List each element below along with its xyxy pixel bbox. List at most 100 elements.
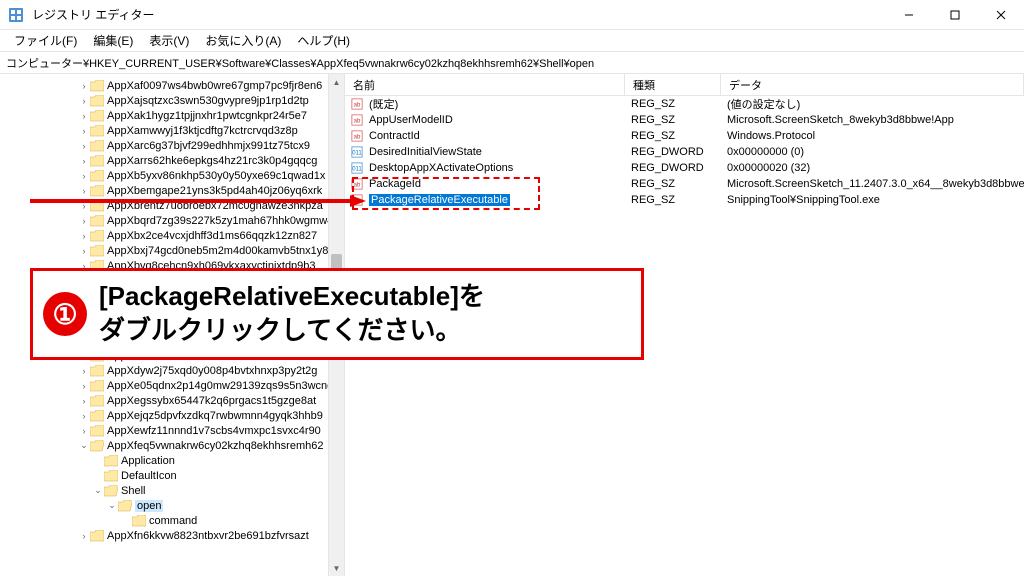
tree-item[interactable]: ›AppXbqrd7zg39s227k5zy1mah67hhk0wgmw4 bbox=[0, 213, 344, 228]
tree-item-label: AppXfeq5vwnakrw6cy02kzhq8ekhhsremh62 bbox=[107, 440, 323, 452]
expander-icon[interactable]: › bbox=[78, 156, 90, 166]
expander-icon[interactable]: › bbox=[78, 171, 90, 181]
tree-item[interactable]: ⌄ open bbox=[0, 498, 344, 513]
tree-item-label: AppXbx2ce4vcxjdhff3d1ms66qqzk12zn827 bbox=[107, 230, 317, 242]
tree-item-label: AppXarc6g37bjvf299edhhmjx991tz75tcx9 bbox=[107, 140, 310, 152]
expander-icon[interactable]: › bbox=[78, 141, 90, 151]
value-type: REG_SZ bbox=[625, 130, 721, 142]
scroll-up-icon[interactable]: ▲ bbox=[329, 74, 344, 90]
tree-item[interactable]: ⌄ AppXfeq5vwnakrw6cy02kzhq8ekhhsremh62 bbox=[0, 438, 344, 453]
expander-icon[interactable]: ⌄ bbox=[92, 485, 104, 496]
expander-icon[interactable]: › bbox=[78, 531, 90, 541]
tree-item[interactable]: ›AppXe05qdnx2p14g0mw29139zqs9s5n3wcne bbox=[0, 378, 344, 393]
expander-icon[interactable]: › bbox=[78, 366, 90, 376]
tree-item[interactable]: › AppXamwwyj1f3ktjcdftg7kctrcrvqd3z8p bbox=[0, 123, 344, 138]
value-type-icon: 011 bbox=[345, 161, 363, 175]
tree-item-label: open bbox=[135, 500, 163, 512]
value-type-icon: ab bbox=[345, 129, 363, 143]
tree-item[interactable]: ›AppXak1hygz1tpjjnxhr1pwtcgnkpr24r5e7 bbox=[0, 108, 344, 123]
expander-icon[interactable]: › bbox=[78, 231, 90, 241]
scroll-down-icon[interactable]: ▼ bbox=[329, 560, 344, 576]
value-type-icon: ab bbox=[345, 97, 363, 111]
value-row[interactable]: ab(既定)REG_SZ(値の設定なし) bbox=[345, 96, 1024, 112]
menu-favorites[interactable]: お気に入り(A) bbox=[197, 30, 289, 51]
tree-item-label: AppXamwwyj1f3ktjcdftg7kctrcrvqd3z8p bbox=[107, 125, 298, 137]
tree-item[interactable]: command bbox=[0, 513, 344, 528]
folder-icon bbox=[118, 500, 132, 512]
expander-icon[interactable]: › bbox=[78, 216, 90, 226]
value-row[interactable]: 011DesiredInitialViewStateREG_DWORD0x000… bbox=[345, 144, 1024, 160]
close-button[interactable] bbox=[978, 0, 1024, 30]
tree-item-label: AppXb5yxv86nkhp530y0y50yxe69c1qwad1x bbox=[107, 170, 325, 182]
tree-item[interactable]: ›AppXaf0097ws4bwb0wre67gmp7pc9fjr8en6 bbox=[0, 78, 344, 93]
expander-icon[interactable]: ⌄ bbox=[106, 500, 118, 511]
tree-item[interactable]: ›AppXbrentz7uobroebx72mc0gnawze3nkpza bbox=[0, 198, 344, 213]
folder-icon bbox=[90, 245, 104, 257]
tree-item-label: AppXdyw2j75xqd0y008p4bvtxhnxp3py2t2g bbox=[107, 365, 317, 377]
folder-icon bbox=[90, 170, 104, 182]
tree-item[interactable]: › AppXbxj74gcd0neb5m2m4d00kamvb5tnx1y8 bbox=[0, 243, 344, 258]
value-type: REG_SZ bbox=[625, 98, 721, 110]
value-name: PackageRelativeExecutable bbox=[363, 194, 625, 206]
tree-item[interactable]: ›AppXejqz5dpvfxzdkq7rwbwmnn4gyqk3hhb9 bbox=[0, 408, 344, 423]
tree-item[interactable]: › AppXbx2ce4vcxjdhff3d1ms66qqzk12zn827 bbox=[0, 228, 344, 243]
menu-help[interactable]: ヘルプ(H) bbox=[289, 30, 358, 51]
tree-item[interactable]: DefaultIcon bbox=[0, 468, 344, 483]
expander-icon[interactable]: › bbox=[78, 96, 90, 106]
value-row[interactable]: abAppUserModelIDREG_SZMicrosoft.ScreenSk… bbox=[345, 112, 1024, 128]
address-bar[interactable]: コンピューター¥HKEY_CURRENT_USER¥Software¥Class… bbox=[0, 52, 1024, 74]
value-data: 0x00000000 (0) bbox=[721, 146, 1024, 158]
tree-item[interactable]: › AppXb5yxv86nkhp530y0y50yxe69c1qwad1x bbox=[0, 168, 344, 183]
tree-item-label: AppXbxj74gcd0neb5m2m4d00kamvb5tnx1y8 bbox=[107, 245, 328, 257]
tree-item[interactable]: ›AppXewfz11nnnd1v7scbs4vmxpc1svxc4r90 bbox=[0, 423, 344, 438]
value-type: REG_DWORD bbox=[625, 146, 721, 158]
value-row[interactable]: abPackageIdREG_SZMicrosoft.ScreenSketch_… bbox=[345, 176, 1024, 192]
tree-item-label: DefaultIcon bbox=[121, 470, 177, 482]
expander-icon[interactable]: › bbox=[78, 411, 90, 421]
tree-item[interactable]: ›AppXarrs62hke6epkgs4hz21rc3k0p4gqqcg bbox=[0, 153, 344, 168]
instruction-overlay: ① [PackageRelativeExecutable]をダブルクリックしてく… bbox=[30, 268, 644, 360]
folder-icon bbox=[90, 425, 104, 437]
tree-item[interactable]: ⌄Shell bbox=[0, 483, 344, 498]
value-row[interactable]: abContractIdREG_SZWindows.Protocol bbox=[345, 128, 1024, 144]
tree-item[interactable]: › AppXdyw2j75xqd0y008p4bvtxhnxp3py2t2g bbox=[0, 363, 344, 378]
expander-icon[interactable]: › bbox=[78, 381, 90, 391]
expander-icon[interactable]: › bbox=[78, 246, 90, 256]
tree-item[interactable]: ›AppXfn6kkvw8823ntbxvr2be691bzfvrsazt bbox=[0, 528, 344, 543]
folder-icon bbox=[90, 410, 104, 422]
col-type[interactable]: 種類 bbox=[625, 74, 721, 96]
list-header[interactable]: 名前 種類 データ bbox=[345, 74, 1024, 96]
value-row[interactable]: 011DesktopAppXActivateOptionsREG_DWORD0x… bbox=[345, 160, 1024, 176]
maximize-button[interactable] bbox=[932, 0, 978, 30]
tree-item[interactable]: › AppXarc6g37bjvf299edhhmjx991tz75tcx9 bbox=[0, 138, 344, 153]
col-name[interactable]: 名前 bbox=[345, 74, 625, 96]
value-name: PackageId bbox=[363, 178, 625, 190]
svg-text:ab: ab bbox=[354, 119, 361, 125]
folder-icon bbox=[90, 395, 104, 407]
minimize-button[interactable] bbox=[886, 0, 932, 30]
value-row[interactable]: abPackageRelativeExecutableREG_SZSnippin… bbox=[345, 192, 1024, 208]
menu-view[interactable]: 表示(V) bbox=[141, 30, 197, 51]
expander-icon[interactable]: › bbox=[78, 396, 90, 406]
value-data: Microsoft.ScreenSketch_8wekyb3d8bbwe!App bbox=[721, 114, 1024, 126]
tree-item[interactable]: Application bbox=[0, 453, 344, 468]
value-type-icon: ab bbox=[345, 177, 363, 191]
folder-icon bbox=[132, 515, 146, 527]
expander-icon[interactable]: › bbox=[78, 426, 90, 436]
expander-icon[interactable]: › bbox=[78, 111, 90, 121]
expander-icon[interactable]: › bbox=[78, 201, 90, 211]
folder-icon bbox=[104, 470, 118, 482]
folder-icon bbox=[90, 95, 104, 107]
expander-icon[interactable]: ⌄ bbox=[78, 440, 90, 451]
expander-icon[interactable]: › bbox=[78, 81, 90, 91]
menu-file[interactable]: ファイル(F) bbox=[6, 30, 85, 51]
folder-icon bbox=[90, 530, 104, 542]
value-type: REG_SZ bbox=[625, 114, 721, 126]
tree-item[interactable]: ›AppXbemgape21yns3k5pd4ah40jz06yq6xrk bbox=[0, 183, 344, 198]
tree-item[interactable]: ›AppXajsqtzxc3swn530gvypre9jp1rp1d2tp bbox=[0, 93, 344, 108]
col-data[interactable]: データ bbox=[721, 74, 1024, 96]
tree-item[interactable]: ›AppXegssybx65447k2q6prgacs1t5gzge8at bbox=[0, 393, 344, 408]
expander-icon[interactable]: › bbox=[78, 126, 90, 136]
menu-edit[interactable]: 編集(E) bbox=[85, 30, 141, 51]
expander-icon[interactable]: › bbox=[78, 186, 90, 196]
